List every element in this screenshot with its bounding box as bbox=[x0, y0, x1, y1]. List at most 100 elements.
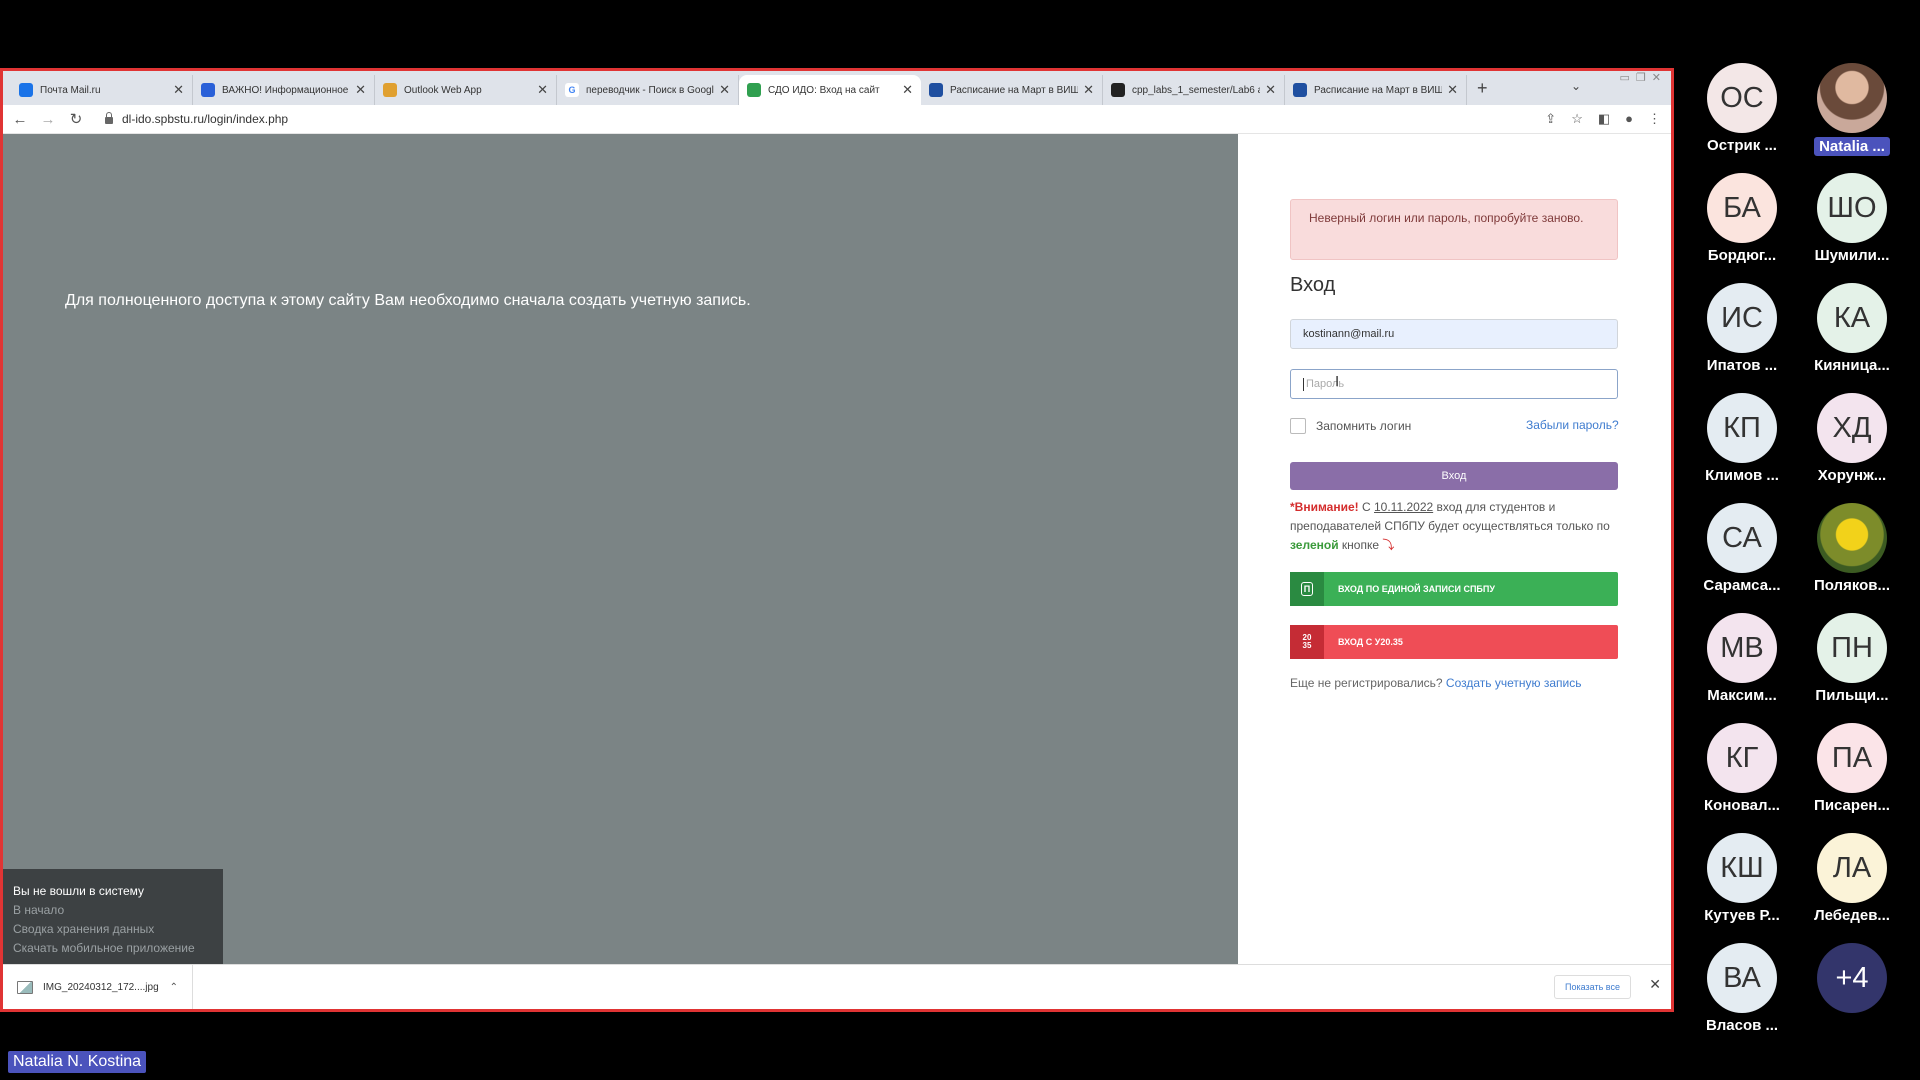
tab-close-icon[interactable]: ✕ bbox=[1083, 82, 1094, 98]
reload-icon[interactable]: ↻ bbox=[65, 110, 87, 128]
bookmark-star-icon[interactable]: ☆ bbox=[1571, 111, 1583, 127]
avatar: КГ bbox=[1707, 723, 1777, 793]
browser-tab[interactable]: СДО ИДО: Вход на сайт ✕ bbox=[739, 75, 921, 105]
participant-name: Сарамса... bbox=[1703, 577, 1781, 594]
username-input[interactable]: kostinann@mail.ru bbox=[1290, 319, 1618, 349]
forgot-password-link[interactable]: Забыли пароль? bbox=[1526, 418, 1619, 432]
participant-name-row: Писарен... bbox=[1804, 797, 1900, 814]
polytech-logo-icon: П bbox=[1290, 572, 1324, 606]
tab-close-icon[interactable]: ✕ bbox=[1265, 82, 1276, 98]
download-bar-close-icon[interactable]: ✕ bbox=[1649, 976, 1661, 993]
remember-label: Запомнить логин bbox=[1316, 419, 1412, 433]
tab-close-icon[interactable]: ✕ bbox=[173, 82, 184, 98]
back-icon[interactable]: ← bbox=[9, 111, 31, 128]
footer-link-mobile-app[interactable]: Скачать мобильное приложение bbox=[13, 939, 213, 958]
avatar: ПА bbox=[1817, 723, 1887, 793]
tab-close-icon[interactable]: ✕ bbox=[902, 82, 913, 98]
participant-tile[interactable]: ШО Шумили... bbox=[1804, 173, 1900, 264]
attention-date: 10.11.2022 bbox=[1374, 500, 1434, 514]
more-participants-button[interactable]: +4 bbox=[1817, 943, 1887, 1013]
restore-icon[interactable]: ❐ bbox=[1636, 71, 1646, 84]
download-item[interactable]: IMG_20240312_172....jpg ⌃ bbox=[3, 965, 193, 1009]
tab-search-chevron-icon[interactable]: ⌄ bbox=[1571, 79, 1581, 93]
tab-close-icon[interactable]: ✕ bbox=[355, 82, 366, 98]
signup-required-message: Для полноценного доступа к этому сайту В… bbox=[65, 292, 751, 309]
participant-name-row: Кутуев Р... bbox=[1694, 907, 1790, 924]
participant-name: Острик ... bbox=[1707, 137, 1777, 154]
password-input[interactable]: Пароль bbox=[1290, 369, 1618, 399]
window-close-icon[interactable]: ✕ bbox=[1652, 71, 1661, 84]
login-form-pane: Неверный логин или пароль, попробуйте за… bbox=[1238, 134, 1671, 969]
profile-icon[interactable]: ● bbox=[1625, 111, 1633, 127]
browser-tab[interactable]: Outlook Web App ✕ bbox=[375, 75, 557, 105]
browser-tab[interactable]: ВАЖНО! Информационное с ✕ bbox=[193, 75, 375, 105]
participant-tile[interactable]: ПН Пильщи... bbox=[1804, 613, 1900, 704]
participant-tile[interactable]: БА Бордюг... bbox=[1694, 173, 1790, 264]
side-panel-icon[interactable]: ◧ bbox=[1598, 111, 1610, 127]
participant-tile[interactable]: Natalia ... bbox=[1804, 63, 1900, 156]
remember-checkbox[interactable] bbox=[1290, 418, 1306, 434]
participant-tile[interactable]: КП Климов ... bbox=[1694, 393, 1790, 484]
participant-tile[interactable]: ВА Власов ... bbox=[1694, 943, 1790, 1034]
image-file-icon bbox=[17, 980, 33, 994]
u2035-logo-bottom: 35 bbox=[1302, 641, 1312, 650]
participant-name: Максим... bbox=[1707, 687, 1777, 704]
avatar: КШ bbox=[1707, 833, 1777, 903]
browser-tab[interactable]: Расписание на Март в ВИШ ✕ bbox=[1285, 75, 1467, 105]
participant-tile[interactable]: ХД Хорунж... bbox=[1804, 393, 1900, 484]
forward-icon[interactable]: → bbox=[37, 111, 59, 128]
tab-close-icon[interactable]: ✕ bbox=[1447, 82, 1458, 98]
remember-login[interactable]: Запомнить логин bbox=[1290, 418, 1411, 434]
new-tab-icon[interactable]: + bbox=[1477, 78, 1488, 99]
participant-tile[interactable]: КА Кияница... bbox=[1804, 283, 1900, 374]
participant-tile[interactable]: ИС Ипатов ... bbox=[1694, 283, 1790, 374]
login-button[interactable]: Вход bbox=[1290, 462, 1618, 490]
footer-link-home[interactable]: В начало bbox=[13, 901, 213, 920]
show-all-downloads-button[interactable]: Показать все bbox=[1554, 975, 1631, 999]
participant-name-row: Natalia ... bbox=[1804, 137, 1900, 156]
participant-tile[interactable]: КГ Коновал... bbox=[1694, 723, 1790, 814]
share-icon[interactable]: ⇪ bbox=[1545, 111, 1556, 127]
participant-tile[interactable]: СА Сарамса... bbox=[1694, 503, 1790, 594]
browser-tab[interactable]: Расписание на Март в ВИШ ✕ bbox=[921, 75, 1103, 105]
page-footer: Вы не вошли в систему В начало Сводка хр… bbox=[3, 869, 223, 969]
browser-tab-bar: Почта Mail.ru ✕ ВАЖНО! Информационное с ✕ Ou… bbox=[3, 71, 1671, 105]
avatar bbox=[1817, 63, 1887, 133]
participant-tile[interactable]: +4 bbox=[1804, 943, 1900, 1013]
participant-name-row: Шумили... bbox=[1804, 247, 1900, 264]
register-prompt: Еще не регистрировались? Создать учетную… bbox=[1290, 676, 1581, 690]
tab-title: СДО ИДО: Вход на сайт bbox=[768, 84, 880, 96]
login-heading: Вход bbox=[1290, 274, 1336, 296]
u2035-login-button[interactable]: 20 35 ВХОД С У20.35 bbox=[1290, 625, 1618, 659]
participant-name-row: Кияница... bbox=[1804, 357, 1900, 374]
participant-tile[interactable]: КШ Кутуев Р... bbox=[1694, 833, 1790, 924]
tab-close-icon[interactable]: ✕ bbox=[719, 82, 730, 98]
tab-strip: Почта Mail.ru ✕ ВАЖНО! Информационное с ✕ Ou… bbox=[11, 75, 1467, 105]
participant-tile[interactable]: ОС Острик ... bbox=[1694, 63, 1790, 154]
sso-login-button[interactable]: П ВХОД ПО ЕДИНОЙ ЗАПИСИ СПБПУ bbox=[1290, 572, 1618, 606]
url-field[interactable]: dl-ido.spbstu.ru/login/index.php bbox=[105, 111, 289, 126]
participant-tile[interactable]: МВ Максим... bbox=[1694, 613, 1790, 704]
chevron-up-icon[interactable]: ⌃ bbox=[170, 982, 178, 993]
participant-tile[interactable]: ЛА Лебедев... bbox=[1804, 833, 1900, 924]
footer-link-data-retention[interactable]: Сводка хранения данных bbox=[13, 920, 213, 939]
participant-name-row: Ипатов ... bbox=[1694, 357, 1790, 374]
lock-icon bbox=[105, 111, 113, 124]
participant-name: Лебедев... bbox=[1814, 907, 1890, 924]
participant-tile[interactable]: Поляков... bbox=[1804, 503, 1900, 594]
attention-c: С bbox=[1358, 500, 1374, 514]
avatar: ОС bbox=[1707, 63, 1777, 133]
tab-close-icon[interactable]: ✕ bbox=[537, 82, 548, 98]
text-cursor-icon: I bbox=[1335, 373, 1340, 390]
browser-tab[interactable]: Gпереводчик - Поиск в Google ✕ bbox=[557, 75, 739, 105]
avatar: СА bbox=[1707, 503, 1777, 573]
minimize-icon[interactable]: ▭ bbox=[1620, 71, 1630, 84]
participant-name-row: Климов ... bbox=[1694, 467, 1790, 484]
create-account-link[interactable]: Создать учетную запись bbox=[1446, 676, 1582, 690]
url-text: dl-ido.spbstu.ru/login/index.php bbox=[122, 112, 289, 126]
menu-kebab-icon[interactable]: ⋮ bbox=[1648, 111, 1661, 127]
participant-tile[interactable]: ПА Писарен... bbox=[1804, 723, 1900, 814]
browser-tab[interactable]: Почта Mail.ru ✕ bbox=[11, 75, 193, 105]
browser-tab[interactable]: cpp_labs_1_semester/Lab6 at ✕ bbox=[1103, 75, 1285, 105]
polytech-icon bbox=[1293, 83, 1307, 97]
